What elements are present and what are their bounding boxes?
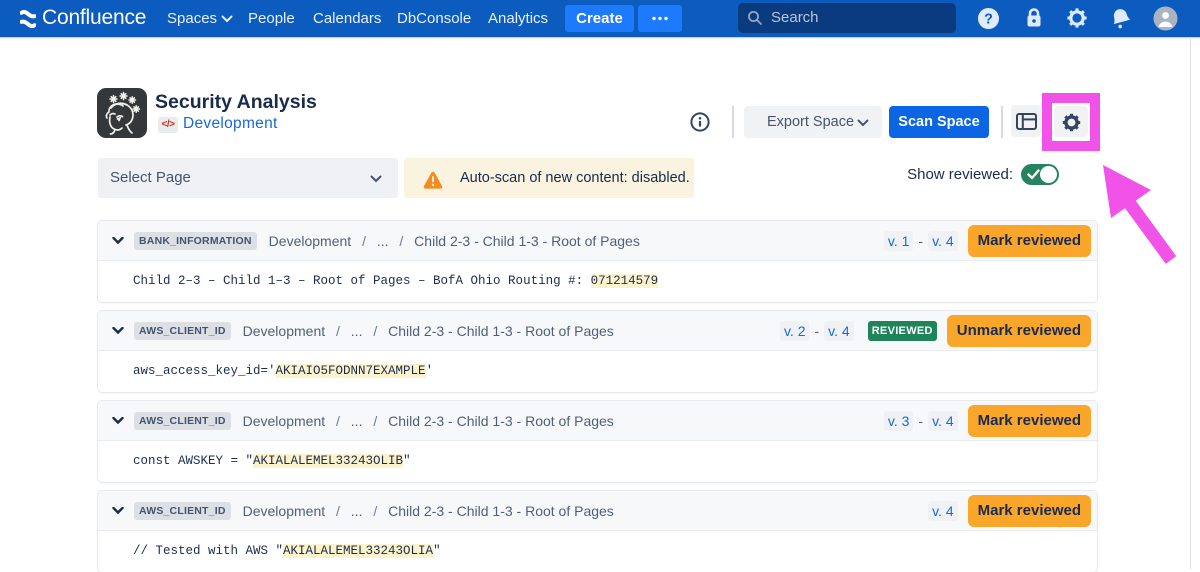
svg-text:?: ? <box>984 11 993 27</box>
